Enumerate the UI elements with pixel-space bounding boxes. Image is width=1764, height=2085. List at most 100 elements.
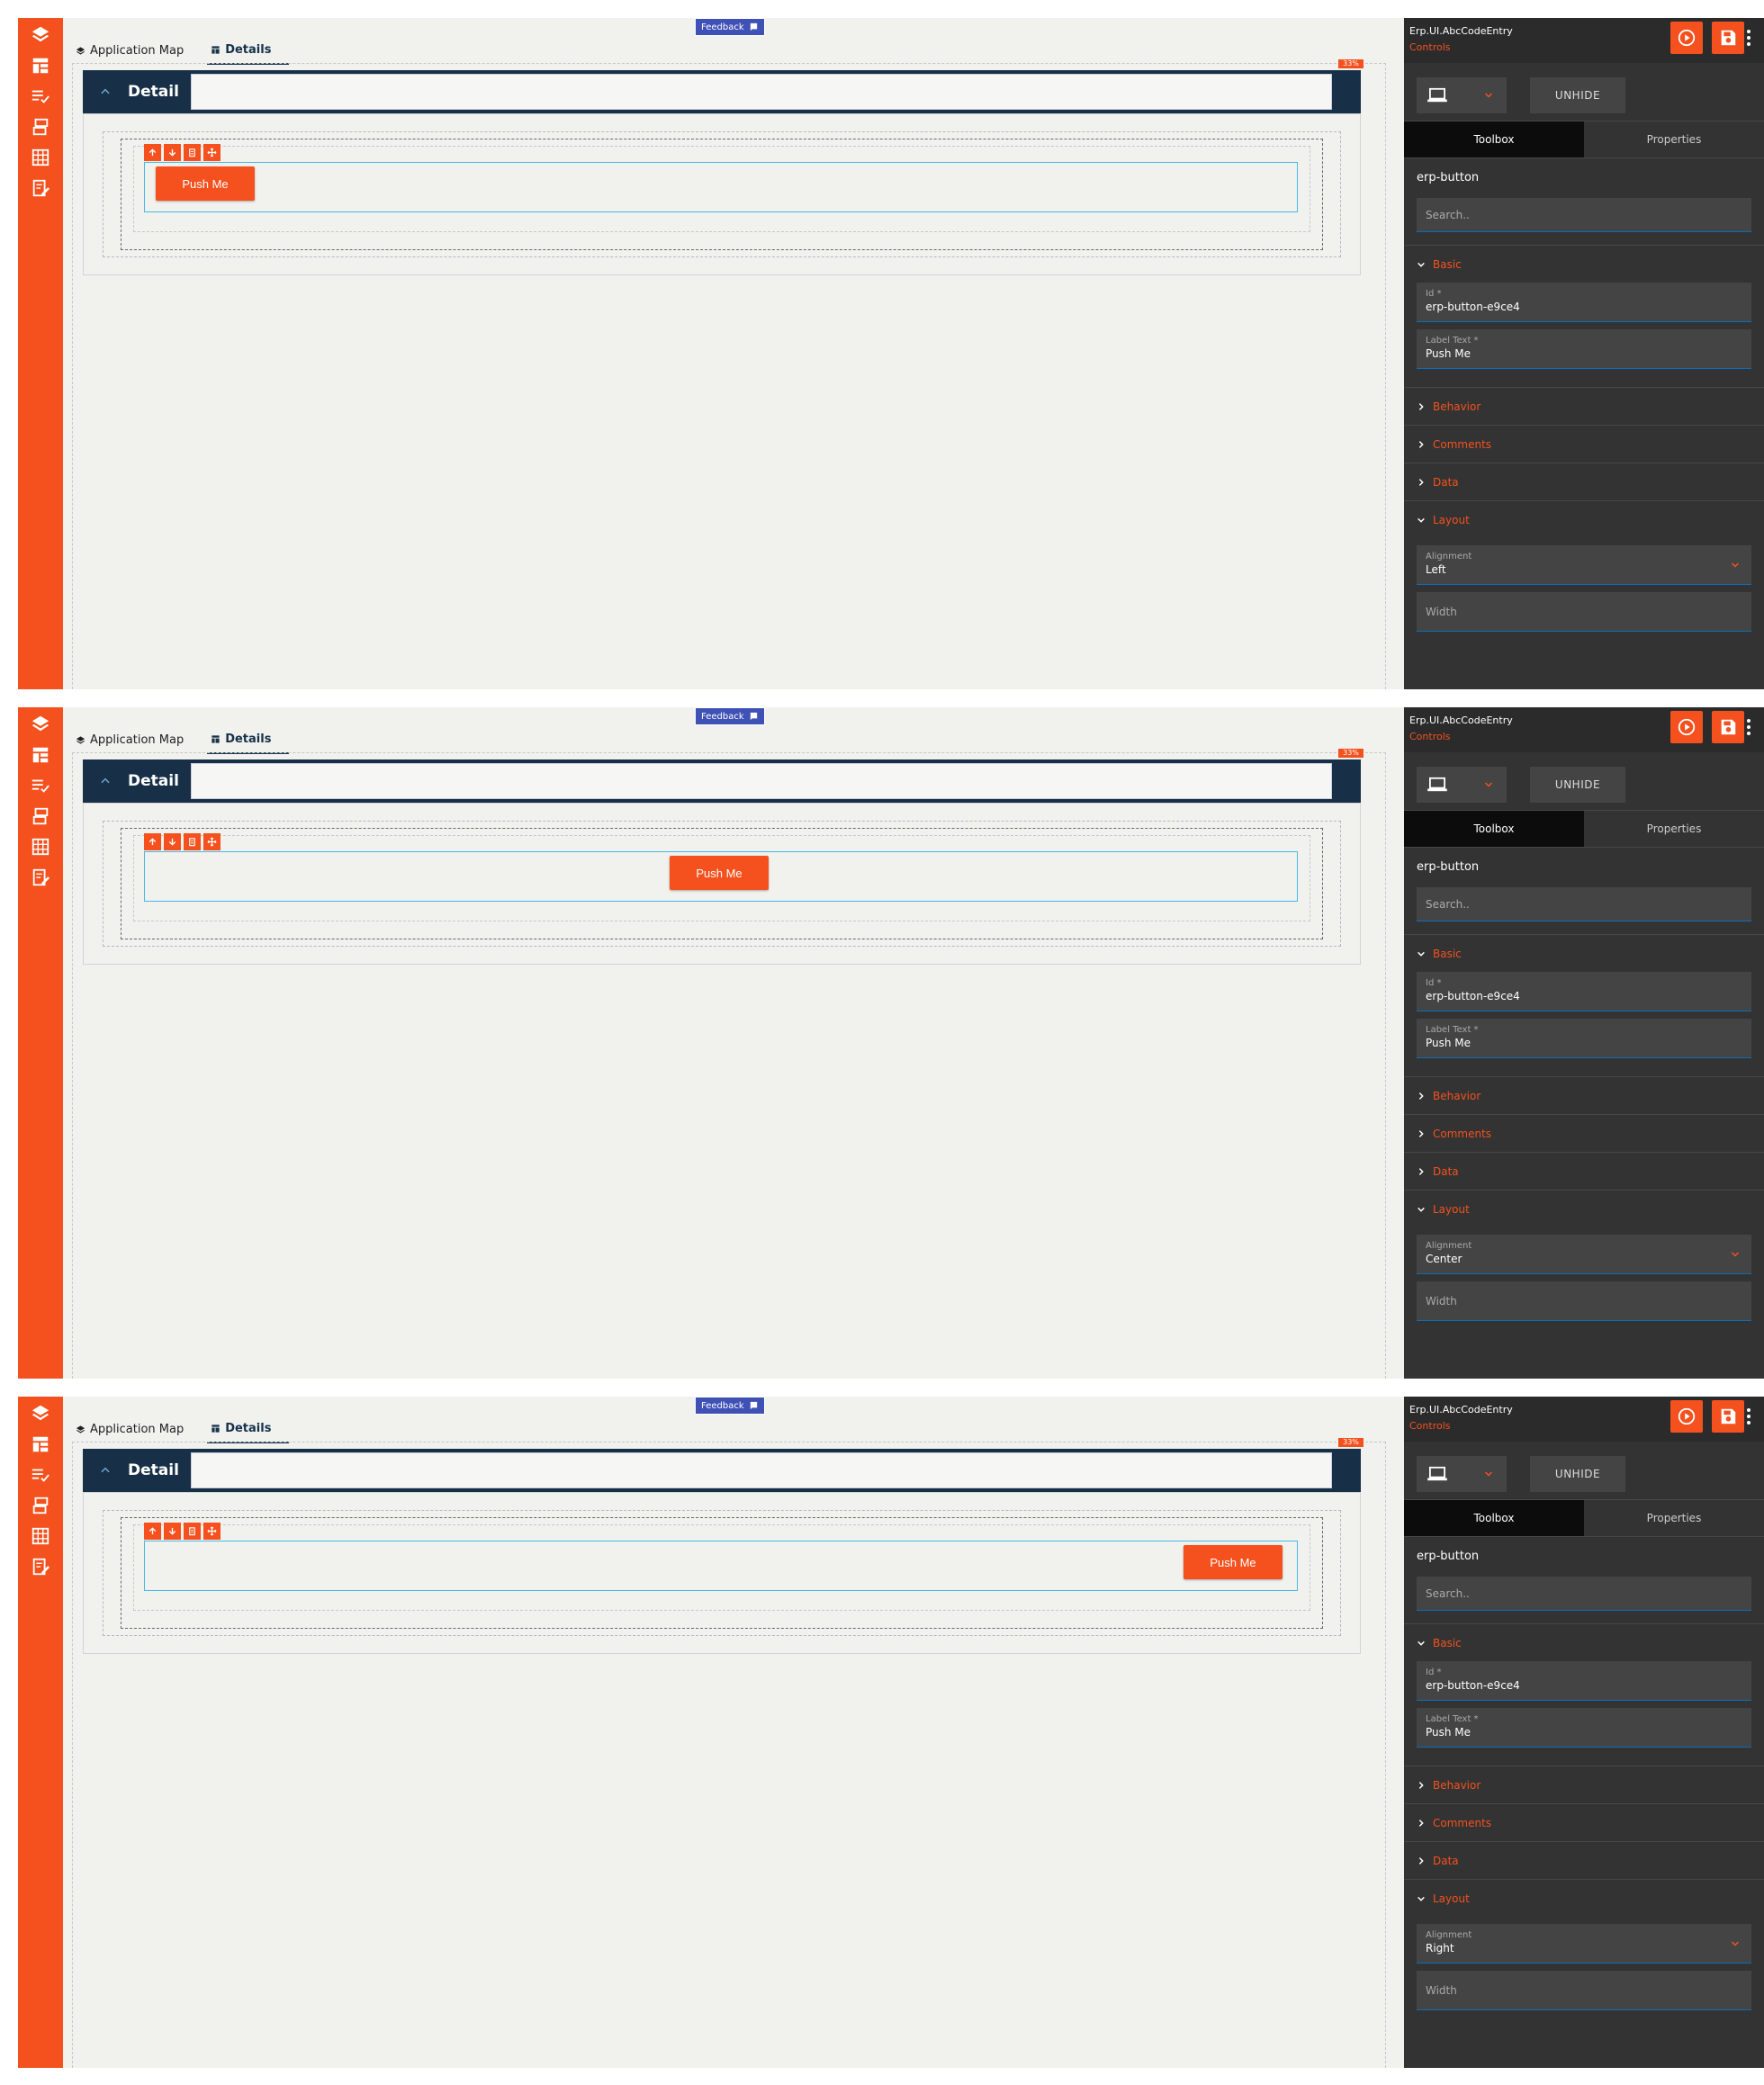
- id-field[interactable]: Id * erp-button-e9ce4: [1417, 283, 1751, 322]
- section-basic[interactable]: Basic: [1404, 934, 1764, 972]
- tab-properties[interactable]: Properties: [1584, 811, 1764, 847]
- push-me-button[interactable]: Push Me: [156, 166, 255, 201]
- detail-title-field[interactable]: [191, 763, 1332, 799]
- alignment-select[interactable]: Alignment Center: [1417, 1235, 1751, 1274]
- tab-application-map[interactable]: Application Map: [72, 1415, 187, 1443]
- tab-properties[interactable]: Properties: [1584, 121, 1764, 157]
- edit-icon[interactable]: [18, 1551, 63, 1582]
- search-input[interactable]: Search..: [1417, 887, 1751, 921]
- detail-title-field[interactable]: [191, 74, 1332, 110]
- feedback-button[interactable]: Feedback: [695, 707, 765, 725]
- edit-icon[interactable]: [18, 862, 63, 893]
- move-up-icon[interactable]: [144, 144, 161, 161]
- tab-details[interactable]: Details: [207, 36, 290, 65]
- label-text-field[interactable]: Label Text * Push Me: [1417, 1708, 1751, 1748]
- id-field[interactable]: Id * erp-button-e9ce4: [1417, 1661, 1751, 1701]
- layers-icon[interactable]: [18, 707, 63, 740]
- move-down-icon[interactable]: [164, 1523, 181, 1540]
- section-basic[interactable]: Basic: [1404, 1623, 1764, 1661]
- detail-header[interactable]: Detail: [83, 759, 1361, 803]
- section-layout[interactable]: Layout: [1404, 1190, 1764, 1227]
- width-field[interactable]: Width: [1417, 1971, 1751, 2010]
- tab-details[interactable]: Details: [207, 725, 290, 754]
- save-button[interactable]: [1712, 22, 1744, 54]
- drag-handle-icon[interactable]: [203, 144, 220, 161]
- delete-icon[interactable]: [184, 1523, 201, 1540]
- tab-details[interactable]: Details: [207, 1415, 290, 1443]
- run-button[interactable]: [1670, 1400, 1703, 1433]
- selected-control-outline[interactable]: [144, 1541, 1298, 1591]
- section-basic[interactable]: Basic: [1404, 245, 1764, 283]
- layers-icon[interactable]: [18, 1397, 63, 1429]
- move-down-icon[interactable]: [164, 833, 181, 850]
- checklist-icon[interactable]: [18, 1460, 63, 1490]
- grid-icon[interactable]: [18, 1521, 63, 1551]
- alignment-select[interactable]: Alignment Right: [1417, 1924, 1751, 1964]
- save-button[interactable]: [1712, 711, 1744, 743]
- move-up-icon[interactable]: [144, 1523, 161, 1540]
- tab-toolbox[interactable]: Toolbox: [1404, 811, 1584, 847]
- label-text-field[interactable]: Label Text * Push Me: [1417, 329, 1751, 369]
- push-me-button[interactable]: Push Me: [1184, 1545, 1282, 1579]
- layout-icon[interactable]: [18, 1429, 63, 1460]
- detail-header[interactable]: Detail: [83, 1449, 1361, 1492]
- more-vert-icon[interactable]: [1744, 27, 1753, 49]
- tab-application-map[interactable]: Application Map: [72, 36, 187, 65]
- search-input[interactable]: Search..: [1417, 1577, 1751, 1611]
- device-select[interactable]: [1417, 1456, 1507, 1492]
- drag-handle-icon[interactable]: [203, 1523, 220, 1540]
- delete-icon[interactable]: [184, 833, 201, 850]
- grid-icon[interactable]: [18, 142, 63, 173]
- alignment-select[interactable]: Alignment Left: [1417, 545, 1751, 585]
- id-field[interactable]: Id * erp-button-e9ce4: [1417, 972, 1751, 1011]
- label-text-field[interactable]: Label Text * Push Me: [1417, 1019, 1751, 1058]
- width-field[interactable]: Width: [1417, 592, 1751, 632]
- section-comments[interactable]: Comments: [1404, 1803, 1764, 1841]
- more-vert-icon[interactable]: [1744, 1406, 1753, 1427]
- checklist-icon[interactable]: [18, 81, 63, 112]
- width-field[interactable]: Width: [1417, 1281, 1751, 1321]
- detail-title-field[interactable]: [191, 1452, 1332, 1488]
- device-select[interactable]: [1417, 767, 1507, 803]
- more-vert-icon[interactable]: [1744, 716, 1753, 738]
- move-down-icon[interactable]: [164, 144, 181, 161]
- section-layout[interactable]: Layout: [1404, 1879, 1764, 1917]
- pages-icon[interactable]: [18, 112, 63, 142]
- delete-icon[interactable]: [184, 144, 201, 161]
- chevron-up-icon[interactable]: [99, 1463, 112, 1476]
- tab-toolbox[interactable]: Toolbox: [1404, 121, 1584, 157]
- pages-icon[interactable]: [18, 1490, 63, 1521]
- section-data[interactable]: Data: [1404, 1841, 1764, 1879]
- section-data[interactable]: Data: [1404, 1152, 1764, 1190]
- search-input[interactable]: Search..: [1417, 198, 1751, 232]
- chevron-up-icon[interactable]: [99, 85, 112, 97]
- unhide-button[interactable]: UNHIDE: [1530, 767, 1625, 803]
- section-behavior[interactable]: Behavior: [1404, 1766, 1764, 1803]
- tab-toolbox[interactable]: Toolbox: [1404, 1500, 1584, 1536]
- section-comments[interactable]: Comments: [1404, 425, 1764, 463]
- unhide-button[interactable]: UNHIDE: [1530, 77, 1625, 113]
- run-button[interactable]: [1670, 22, 1703, 54]
- section-behavior[interactable]: Behavior: [1404, 1076, 1764, 1114]
- pages-icon[interactable]: [18, 801, 63, 831]
- feedback-button[interactable]: Feedback: [695, 18, 765, 36]
- edit-icon[interactable]: [18, 173, 63, 203]
- detail-header[interactable]: Detail: [83, 70, 1361, 113]
- selected-control-outline[interactable]: [144, 162, 1298, 212]
- run-button[interactable]: [1670, 711, 1703, 743]
- feedback-button[interactable]: Feedback: [695, 1397, 765, 1415]
- tab-application-map[interactable]: Application Map: [72, 725, 187, 754]
- checklist-icon[interactable]: [18, 770, 63, 801]
- section-layout[interactable]: Layout: [1404, 500, 1764, 538]
- push-me-button[interactable]: Push Me: [670, 856, 769, 890]
- section-comments[interactable]: Comments: [1404, 1114, 1764, 1152]
- save-button[interactable]: [1712, 1400, 1744, 1433]
- layout-icon[interactable]: [18, 50, 63, 81]
- tab-properties[interactable]: Properties: [1584, 1500, 1764, 1536]
- unhide-button[interactable]: UNHIDE: [1530, 1456, 1625, 1492]
- layers-icon[interactable]: [18, 18, 63, 50]
- chevron-up-icon[interactable]: [99, 774, 112, 786]
- section-data[interactable]: Data: [1404, 463, 1764, 500]
- grid-icon[interactable]: [18, 831, 63, 862]
- drag-handle-icon[interactable]: [203, 833, 220, 850]
